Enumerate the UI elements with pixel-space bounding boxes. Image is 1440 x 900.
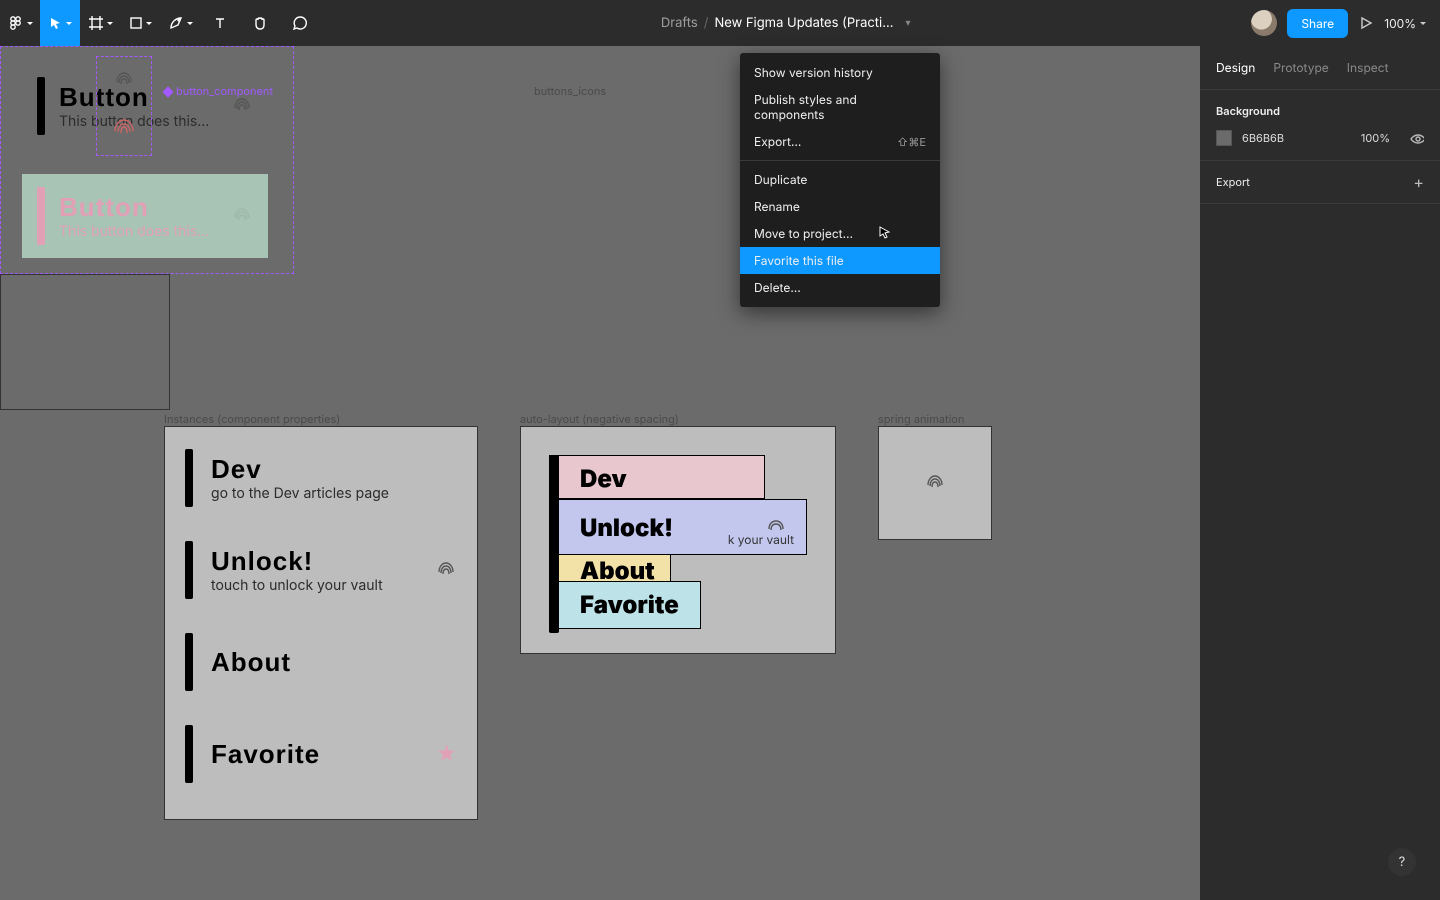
toolbar-left — [0, 0, 320, 46]
export-section: Export + — [1200, 161, 1440, 204]
fingerprint-icon — [924, 471, 946, 496]
hand-tool-button[interactable] — [240, 0, 280, 46]
instance-title: Favorite — [211, 739, 320, 770]
frame-spring-animation[interactable] — [878, 426, 992, 540]
file-menu-chevron-icon[interactable]: ▾ — [905, 17, 910, 29]
tab-design[interactable]: Design — [1216, 60, 1255, 75]
menu-delete[interactable]: Delete… — [740, 274, 940, 301]
shape-tool-button[interactable] — [120, 0, 160, 46]
frame-instances[interactable]: Dev go to the Dev articles page Unlock! … — [164, 426, 478, 820]
stack-card-unlock-subtitle: k your vault — [728, 532, 794, 547]
pen-tool-button[interactable] — [160, 0, 200, 46]
accent-bar — [185, 449, 193, 507]
instance-subtitle: go to the Dev articles page — [211, 485, 389, 502]
instance-unlock[interactable]: Unlock! touch to unlock your vault — [185, 541, 457, 599]
menu-favorite-this-file[interactable]: Favorite this file — [740, 247, 940, 274]
instance-title: About — [211, 647, 291, 678]
fingerprint-icon — [113, 68, 135, 93]
background-opacity[interactable]: 100% — [1361, 131, 1390, 145]
pen-icon — [168, 15, 184, 31]
breadcrumb-drafts[interactable]: Drafts — [661, 15, 698, 31]
background-heading: Background — [1216, 104, 1424, 118]
instance-title: Unlock! — [211, 546, 383, 577]
accent-bar — [185, 541, 193, 599]
accent-bar — [185, 725, 193, 783]
frame-label-spring[interactable]: spring animation — [878, 412, 964, 426]
menu-separator — [740, 160, 940, 161]
top-toolbar: Drafts / New Figma Updates (Practi… ▾ Sh… — [0, 0, 1440, 46]
frame-label-instances[interactable]: Instances (component properties) — [164, 412, 340, 426]
menu-duplicate[interactable]: Duplicate — [740, 166, 940, 193]
star-icon: ★ — [436, 742, 457, 766]
instance-favorite[interactable]: Favorite ★ — [185, 725, 457, 783]
stack-accent-bar — [549, 455, 559, 633]
stack-card-unlock[interactable]: Unlock! k your vault — [549, 499, 807, 555]
text-tool-button[interactable] — [200, 0, 240, 46]
comment-icon — [292, 15, 308, 31]
help-button[interactable]: ? — [1388, 848, 1416, 876]
file-title-area[interactable]: Drafts / New Figma Updates (Practi… ▾ — [320, 15, 1251, 31]
text-icon — [213, 16, 227, 30]
menu-rename[interactable]: Rename — [740, 193, 940, 220]
frame-buttons-icons[interactable]: ★ ♥ — [0, 274, 170, 410]
rectangle-icon — [129, 16, 143, 30]
main-menu-button[interactable] — [0, 0, 40, 46]
file-context-menu: Show version history Publish styles and … — [740, 53, 940, 307]
frame-tool-button[interactable] — [80, 0, 120, 46]
add-export-button[interactable]: + — [1413, 175, 1424, 189]
menu-move-to-project[interactable]: Move to project… — [740, 220, 940, 247]
tab-prototype[interactable]: Prototype — [1273, 60, 1328, 75]
background-row[interactable]: 6B6B6B 100% — [1216, 130, 1424, 146]
figma-logo-icon — [8, 15, 24, 31]
canvas[interactable]: button_component Button This button does… — [0, 46, 1200, 900]
frame-label-autolayout[interactable]: auto-layout (negative spacing) — [520, 412, 679, 426]
hand-icon — [252, 15, 268, 31]
background-hex[interactable]: 6B6B6B — [1242, 131, 1284, 145]
share-button[interactable]: Share — [1287, 9, 1348, 38]
right-properties-panel: Design Prototype Inspect Background 6B6B… — [1200, 46, 1440, 900]
stack-card-favorite[interactable]: Favorite — [549, 581, 701, 629]
menu-version-history[interactable]: Show version history — [740, 59, 940, 86]
fingerprint-icon — [111, 115, 137, 144]
background-swatch[interactable] — [1216, 130, 1232, 146]
panel-tabs: Design Prototype Inspect — [1200, 46, 1440, 90]
comment-tool-button[interactable] — [280, 0, 320, 46]
zoom-control[interactable]: 100% — [1384, 16, 1426, 31]
toolbar-right: Share 100% — [1251, 9, 1440, 38]
move-tool-button[interactable] — [40, 0, 80, 46]
selected-icon-group[interactable] — [96, 56, 152, 156]
file-name[interactable]: New Figma Updates (Practi… — [714, 15, 893, 31]
instance-about[interactable]: About — [185, 633, 457, 691]
instance-title: Dev — [211, 454, 389, 485]
tab-inspect[interactable]: Inspect — [1347, 60, 1389, 75]
frame-autolayout[interactable]: Dev Unlock! k your vault About Favorite — [520, 426, 836, 654]
menu-publish[interactable]: Publish styles and components — [740, 86, 940, 128]
instance-subtitle: touch to unlock your vault — [211, 577, 383, 594]
stack-card-dev[interactable]: Dev — [549, 455, 765, 499]
instance-dev[interactable]: Dev go to the Dev articles page — [185, 449, 457, 507]
export-heading: Export — [1216, 175, 1250, 189]
zoom-value: 100% — [1384, 16, 1416, 31]
breadcrumb-separator: / — [704, 15, 709, 31]
accent-bar — [185, 633, 193, 691]
background-section: Background 6B6B6B 100% — [1200, 90, 1440, 161]
visibility-icon[interactable] — [1410, 131, 1424, 145]
cursor-icon — [49, 16, 63, 30]
user-avatar[interactable] — [1251, 10, 1277, 36]
fingerprint-icon — [435, 558, 457, 583]
present-icon[interactable] — [1358, 15, 1374, 31]
frame-icon — [88, 15, 104, 31]
menu-export[interactable]: Export…⇧⌘E — [740, 128, 940, 155]
